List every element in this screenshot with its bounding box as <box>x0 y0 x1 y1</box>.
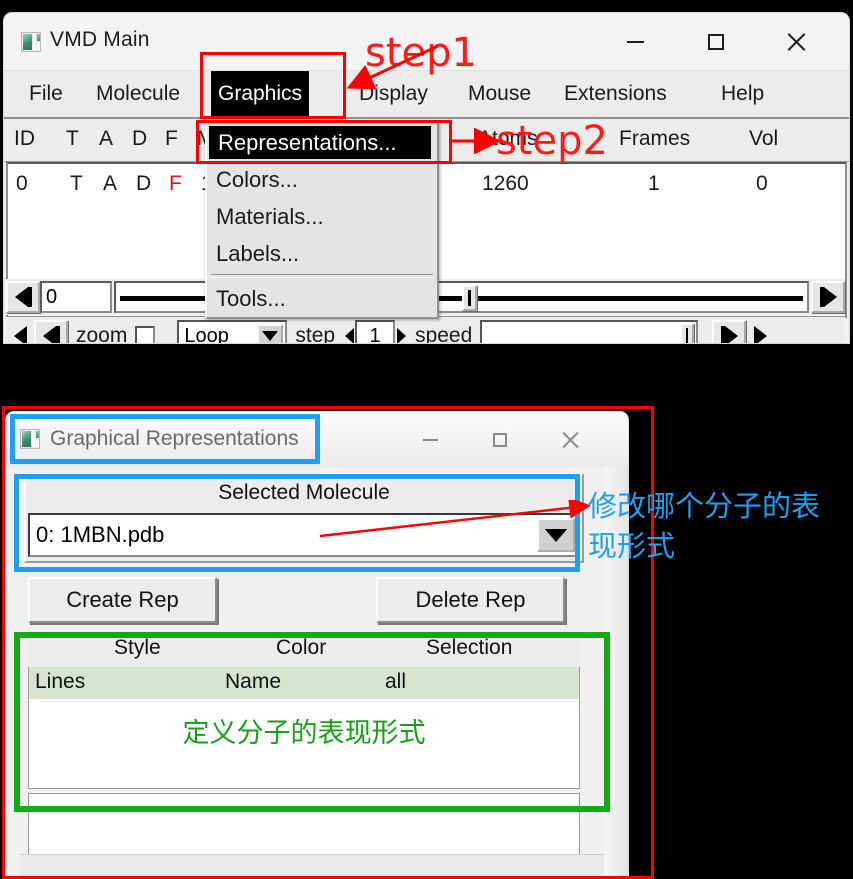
rep-cell-selection: all <box>385 670 407 693</box>
cell-d[interactable]: D <box>136 172 151 196</box>
col-header-a: A <box>99 127 114 150</box>
menu-item-colors[interactable]: Colors... <box>207 161 437 198</box>
play-reverse-button[interactable] <box>6 320 34 343</box>
selected-molecule-select[interactable]: 0: 1MBN.pdb <box>28 513 580 557</box>
step-forward-button[interactable] <box>712 320 747 343</box>
cell-frames: 1 <box>648 172 660 195</box>
goto-last-frame-button[interactable] <box>811 281 845 313</box>
rep-dialog-scrollbar[interactable] <box>604 467 628 877</box>
graphical-representations-dialog: Graphical Representations Selected Molec… <box>6 412 628 877</box>
speed-label: speed <box>415 324 473 343</box>
delete-rep-button[interactable]: Delete Rep <box>376 577 565 623</box>
speed-slider-handle[interactable] <box>680 323 695 343</box>
menu-display[interactable]: Display <box>352 71 435 117</box>
loop-mode-value: Loop <box>184 324 229 344</box>
menu-extensions[interactable]: Extensions <box>557 71 674 117</box>
cell-vol: 0 <box>756 172 768 195</box>
rep-cell-style: Lines <box>35 670 86 693</box>
minimize-icon[interactable] <box>402 412 458 467</box>
cell-a[interactable]: A <box>103 172 117 196</box>
frame-slider-handle[interactable] <box>461 285 477 311</box>
menu-help[interactable]: Help <box>714 71 771 117</box>
col-header-atoms: Atoms <box>478 127 538 150</box>
menu-molecule[interactable]: Molecule <box>89 71 187 117</box>
cell-id: 0 <box>16 172 28 195</box>
frame-number-input[interactable]: 0 <box>40 281 112 313</box>
loop-mode-select[interactable]: Loop <box>177 320 288 344</box>
menu-item-tools[interactable]: Tools... <box>207 280 437 317</box>
play-forward-button[interactable] <box>746 320 774 343</box>
selected-molecule-label: Selected Molecule <box>218 481 390 504</box>
menu-file[interactable]: File <box>22 71 70 117</box>
close-icon[interactable] <box>765 13 827 70</box>
rep-dialog-title: Graphical Representations <box>50 427 299 450</box>
chevron-down-icon[interactable] <box>537 518 575 552</box>
vmd-app-icon <box>21 32 41 52</box>
selected-molecule-value: 0: 1MBN.pdb <box>36 522 165 547</box>
cell-f[interactable]: F <box>169 172 182 196</box>
step-increment-button[interactable] <box>395 322 408 343</box>
rep-list[interactable]: Lines Name all 定义分子的表现形式 <box>28 667 580 789</box>
col-header-id: ID <box>14 127 35 150</box>
rep-col-style: Style <box>114 636 161 659</box>
speed-slider[interactable] <box>480 320 699 343</box>
rep-dialog-footer <box>20 854 604 877</box>
zoom-checkbox[interactable] <box>135 326 156 343</box>
rep-dialog-body: Selected Molecule 0: 1MBN.pdb Create Rep… <box>6 467 628 877</box>
window-title: VMD Main <box>50 28 150 51</box>
col-header-frames: Frames <box>619 127 691 150</box>
close-icon[interactable] <box>542 412 598 467</box>
vmd-main-titlebar: VMD Main <box>4 13 849 71</box>
step-reverse-button[interactable] <box>34 320 68 343</box>
step-decrement-button[interactable] <box>343 322 356 343</box>
rep-cell-color: Name <box>225 670 282 693</box>
selected-molecule-panel: Selected Molecule 0: 1MBN.pdb <box>24 473 584 563</box>
zoom-label: zoom <box>76 324 128 343</box>
maximize-icon[interactable] <box>685 13 747 70</box>
col-header-vol: Vol <box>749 127 779 150</box>
graphics-dropdown-menu[interactable]: Representations... Colors... Materials..… <box>205 122 439 319</box>
rep-table-header: Style Color Selection <box>28 633 580 669</box>
playback-controls-row: zoom Loop step 1 speed <box>6 317 845 343</box>
menu-mouse[interactable]: Mouse <box>461 71 538 117</box>
create-rep-button[interactable]: Create Rep <box>28 577 217 623</box>
cell-atoms: 1260 <box>482 172 529 195</box>
menu-item-labels[interactable]: Labels... <box>207 235 437 272</box>
vmd-app-icon <box>20 429 40 449</box>
rep-col-color: Color <box>276 636 327 659</box>
step-label: step <box>295 324 336 343</box>
menubar: File Molecule Graphics Display Mouse Ext… <box>4 71 849 119</box>
menu-separator <box>211 274 433 278</box>
chevron-down-icon[interactable] <box>257 324 284 343</box>
col-header-t: T <box>66 127 79 150</box>
col-header-d: D <box>132 127 148 150</box>
col-header-f: F <box>165 127 178 150</box>
minimize-icon[interactable] <box>604 13 666 70</box>
rep-dialog-titlebar: Graphical Representations <box>6 412 628 467</box>
cell-t[interactable]: T <box>70 172 83 196</box>
list-item[interactable]: Lines Name all <box>29 667 579 699</box>
rep-detail-panel[interactable] <box>28 793 580 855</box>
maximize-icon[interactable] <box>472 412 528 467</box>
rep-list-annotation-text: 定义分子的表现形式 <box>182 718 426 749</box>
step-value-input[interactable]: 1 <box>355 320 396 343</box>
menu-item-representations[interactable]: Representations... <box>209 126 431 159</box>
goto-first-frame-button[interactable] <box>6 281 40 313</box>
rep-col-selection: Selection <box>426 636 513 659</box>
menu-graphics[interactable]: Graphics <box>211 71 310 117</box>
menu-item-materials[interactable]: Materials... <box>207 198 437 235</box>
